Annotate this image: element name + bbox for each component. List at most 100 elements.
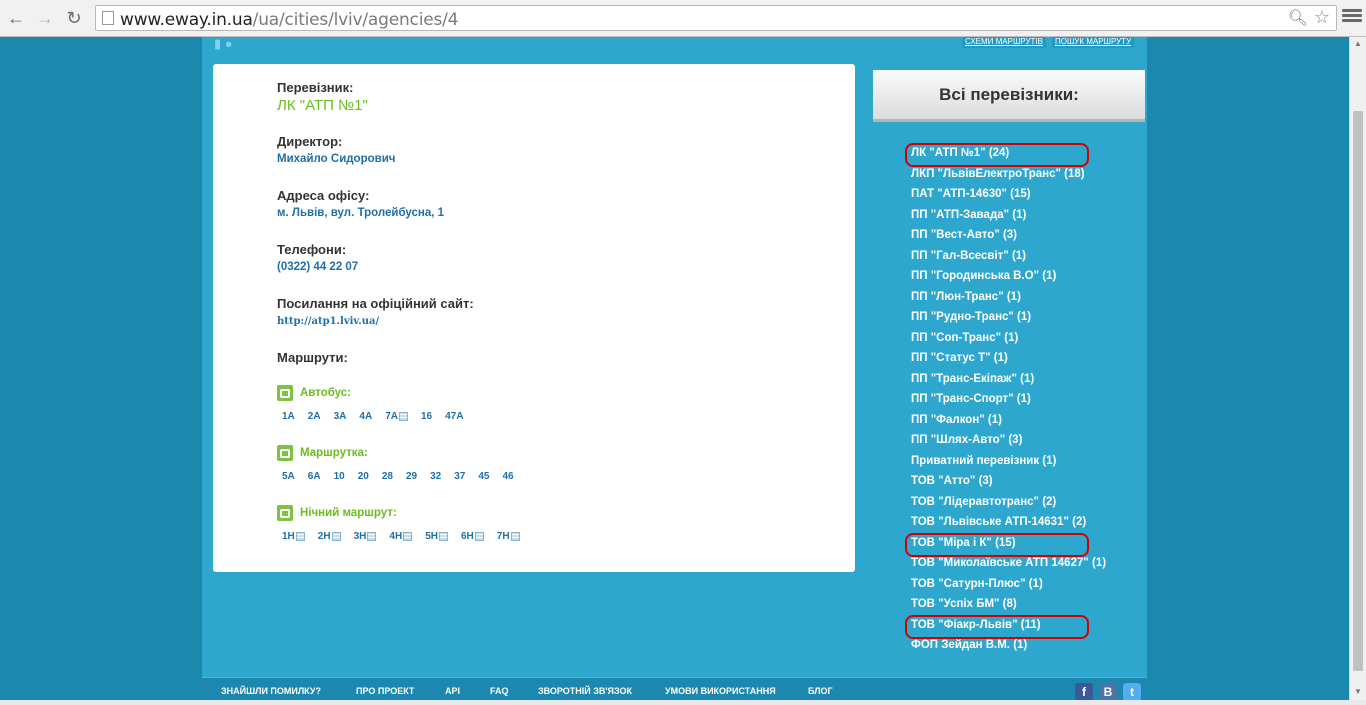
route-link[interactable]: 45 [478, 471, 489, 482]
route-link[interactable]: 4Н [389, 531, 413, 542]
route-link[interactable]: 37 [454, 471, 465, 482]
facebook-icon[interactable]: f [1075, 683, 1093, 701]
minibus-icon [277, 445, 293, 461]
url-path: /ua/cities/lviv/agencies/4 [252, 10, 459, 30]
schedule-calendar-icon[interactable] [331, 532, 341, 541]
route-link[interactable]: 2А [308, 411, 321, 422]
schedule-calendar-icon[interactable] [474, 532, 484, 541]
route-link[interactable]: 1А [282, 411, 295, 422]
carrier-link[interactable]: ПП "Городинська В.О" (1) [911, 268, 1106, 289]
carrier-link[interactable]: ПП "АТП-Завада" (1) [911, 207, 1106, 228]
route-link[interactable]: 29 [406, 471, 417, 482]
director-name: Михайло Сидорович [277, 153, 396, 165]
carrier-link[interactable]: ТОВ "Сатурн-Плюс" (1) [911, 576, 1106, 597]
carrier-link[interactable]: ПП "Шлях-Авто" (3) [911, 432, 1106, 453]
carrier-link[interactable]: ТОВ "Львівське АТП-14631" (2) [911, 514, 1106, 535]
page-scrollbar[interactable]: ▲ ▼ [1349, 37, 1366, 705]
carrier-link[interactable]: ПП "Соп-Транс" (1) [911, 330, 1106, 351]
carrier-link[interactable]: ПП "Статус Т" (1) [911, 350, 1106, 371]
route-number: 2Н [317, 531, 331, 542]
schedule-calendar-icon[interactable] [510, 532, 520, 541]
url-text[interactable]: www.eway.in.ua/ua/cities/lviv/agencies/4 [120, 10, 458, 30]
route-search-link[interactable]: ПОШУК МАРШРУТУ [1052, 37, 1135, 48]
carrier-link-highlighted[interactable]: ТОВ "Міра і К" (15) [904, 532, 1106, 556]
route-number: 37 [454, 471, 466, 482]
schedule-calendar-icon[interactable] [398, 412, 408, 421]
route-number: 45 [478, 471, 490, 482]
route-link[interactable]: 6Н [461, 531, 484, 542]
carrier-link-highlighted[interactable]: ЛК "АТП №1" (24) [904, 143, 1106, 167]
browser-menu-icon[interactable] [1342, 7, 1362, 27]
carrier-link[interactable]: ПП "Рудно-Транс" (1) [911, 309, 1106, 330]
footer-link-report-error[interactable]: ЗНАЙШЛИ ПОМИЛКУ? [221, 686, 321, 696]
routes-label: Маршрути: [277, 350, 348, 365]
carrier-link[interactable]: ЛКП "ЛьвівЕлектроТранс" (18) [911, 166, 1106, 187]
route-link[interactable]: 10 [334, 471, 345, 482]
carrier-link[interactable]: ТОВ "Успіх БМ" (8) [911, 596, 1106, 617]
route-link[interactable]: 46 [502, 471, 513, 482]
top-strip: ▮ ● СХЕМИ МАРШРУТІВ ПОШУК МАРШРУТУ [202, 36, 1147, 52]
carrier-link[interactable]: ПП "Фалкон" (1) [911, 412, 1106, 433]
scroll-up-arrow-icon[interactable]: ▲ [1354, 39, 1362, 48]
bookmark-star-icon[interactable]: ☆ [1314, 7, 1330, 28]
route-link[interactable]: 1Н [282, 531, 305, 542]
route-link[interactable]: 5А [282, 471, 295, 482]
zoom-icon[interactable]: 🔍︎ [1288, 8, 1308, 28]
route-link[interactable]: 4А [359, 411, 372, 422]
twitter-icon[interactable]: t [1123, 683, 1141, 701]
forward-arrow-icon[interactable]: → [34, 7, 56, 29]
route-link[interactable]: 20 [358, 471, 369, 482]
footer-link-faq[interactable]: FAQ [490, 686, 509, 696]
carrier-link[interactable]: ПП "Вест-Авто" (3) [911, 227, 1106, 248]
schedule-calendar-icon[interactable] [403, 532, 413, 541]
carrier-name: ЛК "АТП №1" [277, 97, 368, 114]
route-group-name: Автобус: [300, 387, 352, 399]
carrier-link[interactable]: ТОВ "Миколаївське АТП 14627" (1) [911, 555, 1106, 576]
bus-routes-list: 1А 2А 3А 4А 7А 16 47А [277, 411, 471, 422]
route-link[interactable]: 3А [334, 411, 347, 422]
footer-link-api[interactable]: API [445, 686, 460, 696]
footer-link-about[interactable]: ПРО ПРОЕКТ [356, 686, 414, 696]
route-link[interactable]: 6А [308, 471, 321, 482]
schedule-calendar-icon[interactable] [367, 532, 377, 541]
route-number: 5Н [425, 531, 438, 542]
route-number: 3А [333, 411, 347, 422]
vk-icon[interactable]: B [1099, 683, 1117, 701]
footer-link-feedback[interactable]: ЗВОРОТНІЙ ЗВ'ЯЗОК [538, 686, 632, 696]
carrier-link[interactable]: ПП "Люн-Транс" (1) [911, 289, 1106, 310]
route-number: 46 [502, 471, 514, 482]
reload-icon[interactable]: ↻ [63, 7, 85, 29]
route-schemes-link[interactable]: СХЕМИ МАРШРУТІВ [962, 37, 1046, 48]
route-link[interactable]: 3Н [354, 531, 377, 542]
route-number: 2А [307, 411, 321, 422]
route-link[interactable]: 47А [445, 411, 463, 422]
route-link[interactable]: 5Н [425, 531, 448, 542]
app-store-icons[interactable]: ▮ ● [214, 36, 233, 52]
address-bar[interactable]: www.eway.in.ua/ua/cities/lviv/agencies/4… [95, 5, 1337, 31]
carrier-link[interactable]: ФОП Зейдан В.М. (1) [911, 637, 1106, 658]
footer-link-blog[interactable]: БЛОГ [808, 686, 833, 696]
carrier-link[interactable]: ПП "Транс-Спорт" (1) [911, 391, 1106, 412]
carrier-link[interactable]: ТОВ "Лідеравтотранс" (2) [911, 494, 1106, 515]
schedule-calendar-icon[interactable] [295, 532, 305, 541]
route-link[interactable]: 28 [382, 471, 393, 482]
carrier-link-highlighted[interactable]: ТОВ "Фіакр-Львів" (11) [904, 614, 1106, 638]
site-link[interactable]: http://atp1.lviv.ua/ [277, 316, 379, 327]
route-link[interactable]: 16 [421, 411, 432, 422]
back-arrow-icon[interactable]: ← [5, 7, 27, 29]
route-link[interactable]: 32 [430, 471, 441, 482]
footer-link-terms[interactable]: УМОВИ ВИКОРИСТАННЯ [665, 686, 776, 696]
carrier-link[interactable]: Приватний перевізник (1) [911, 453, 1106, 474]
carrier-link[interactable]: ПП "Транс-Екіпаж" (1) [911, 371, 1106, 392]
carrier-link[interactable]: ТОВ "Атто" (3) [911, 473, 1106, 494]
scrollbar-thumb[interactable] [1353, 111, 1363, 671]
carrier-link[interactable]: ПП "Гал-Всесвіт" (1) [911, 248, 1106, 269]
scroll-down-arrow-icon[interactable]: ▼ [1354, 687, 1362, 696]
route-link[interactable]: 7Н [497, 531, 520, 542]
route-link[interactable]: 2Н [318, 531, 341, 542]
route-link[interactable]: 7А [385, 411, 408, 422]
carrier-link[interactable]: ПАТ "АТП-14630" (15) [911, 186, 1106, 207]
all-carriers-header: Всі перевізники: [873, 70, 1145, 122]
route-number: 6Н [460, 531, 474, 542]
schedule-calendar-icon[interactable] [438, 532, 448, 541]
